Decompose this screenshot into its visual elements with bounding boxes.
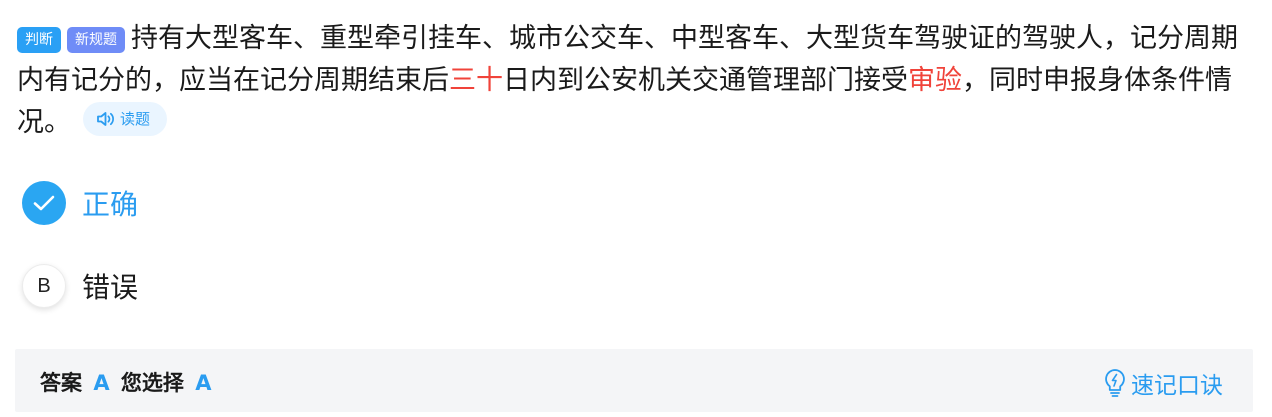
selected-value: A [195, 371, 212, 395]
option-a-label: 正确 [82, 188, 139, 221]
question-highlight-review: 审验 [908, 65, 962, 96]
mnemonic-tip-button[interactable]: 速记口诀 [1103, 349, 1223, 417]
question-type-tag: 判断 [17, 27, 61, 53]
new-rule-tag: 新规题 [67, 27, 125, 53]
question-highlight-days: 三十 [449, 65, 503, 96]
option-a[interactable]: 正确 [22, 181, 138, 225]
option-b[interactable]: B 错误 [22, 264, 138, 308]
option-a-badge [22, 181, 66, 225]
option-b-badge: B [22, 264, 66, 308]
answer-value: A [93, 371, 110, 395]
check-icon [33, 195, 55, 211]
answer-label: 答案 [40, 371, 82, 395]
answer-bar: 答案 A 您选择 A 速记口诀 [15, 349, 1253, 412]
answer-summary: 答案 A 您选择 A [40, 349, 215, 417]
question-text-part-2: 日内到公安机关交通管理部门接受 [503, 65, 908, 96]
question-stem: 判断 新规题 持有大型客车、重型牵引挂车、城市公交车、中型客车、大型货车驾驶证的驾驶… [17, 18, 1257, 144]
read-question-button[interactable]: 读题 [83, 102, 168, 136]
lightbulb-icon [1105, 369, 1125, 397]
option-b-label: 错误 [82, 271, 139, 304]
read-question-label: 读题 [120, 110, 151, 128]
mnemonic-tip-label: 速记口诀 [1131, 373, 1223, 399]
selected-label: 您选择 [120, 371, 184, 395]
speaker-icon [97, 112, 114, 126]
